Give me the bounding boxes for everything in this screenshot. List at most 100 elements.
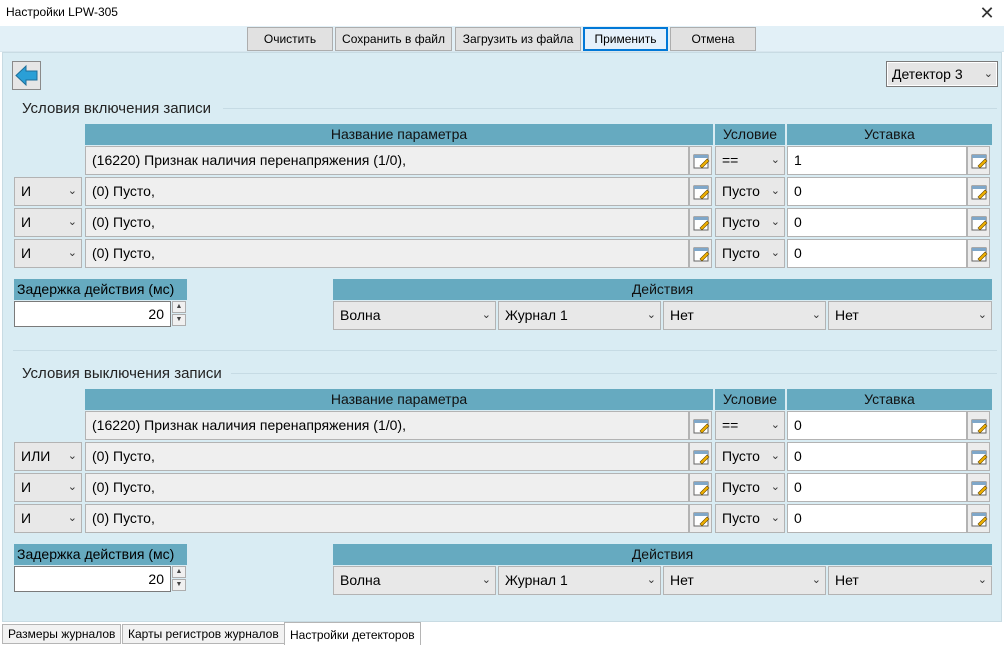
condition-select[interactable]: Пусто ⌄ bbox=[715, 239, 785, 268]
condition-select[interactable]: == ⌄ bbox=[715, 146, 785, 175]
logic-operator-value: И bbox=[21, 479, 32, 495]
action-select[interactable]: Журнал 1 ⌄ bbox=[498, 301, 661, 330]
action-value: Нет bbox=[835, 307, 859, 323]
condition-select[interactable]: Пусто ⌄ bbox=[715, 442, 785, 471]
edit-param-button[interactable] bbox=[689, 208, 712, 237]
param-field[interactable]: (0) Пусто, bbox=[85, 442, 689, 471]
edit-param-button[interactable] bbox=[689, 442, 712, 471]
param-field[interactable]: (16220) Признак наличия перенапряжения (… bbox=[85, 411, 689, 440]
logic-operator-select[interactable]: И ⌄ bbox=[14, 239, 82, 268]
action-select[interactable]: Волна ⌄ bbox=[333, 566, 496, 595]
load-from-file-button[interactable]: Загрузить из файла bbox=[455, 27, 581, 51]
setpoint-field[interactable]: 0 bbox=[787, 208, 967, 237]
chevron-down-icon: ⌄ bbox=[646, 309, 656, 321]
edit-setpoint-button[interactable] bbox=[967, 239, 990, 268]
edit-setpoint-button[interactable] bbox=[967, 473, 990, 502]
edit-setpoint-button[interactable] bbox=[967, 177, 990, 206]
delay-input[interactable]: 20 bbox=[14, 301, 171, 327]
tab-detector-settings[interactable]: Настройки детекторов bbox=[284, 622, 421, 645]
setpoint-field[interactable]: 0 bbox=[787, 504, 967, 533]
edit-icon bbox=[971, 216, 988, 231]
param-field[interactable]: (0) Пусто, bbox=[85, 504, 689, 533]
setpoint-header: Уставка bbox=[787, 389, 992, 410]
detector-select[interactable]: Детектор 3 ⌄ bbox=[886, 61, 998, 87]
logic-operator-value: И bbox=[21, 245, 32, 261]
spin-up-button[interactable]: ▲ bbox=[172, 301, 186, 313]
condition-header: Условие bbox=[715, 124, 785, 145]
edit-setpoint-button[interactable] bbox=[967, 208, 990, 237]
condition-select[interactable]: Пусто ⌄ bbox=[715, 208, 785, 237]
enable-conditions-title: Условия включения записи bbox=[22, 100, 212, 117]
delay-input[interactable]: 20 bbox=[14, 566, 171, 592]
action-select[interactable]: Нет ⌄ bbox=[663, 301, 826, 330]
edit-param-button[interactable] bbox=[689, 504, 712, 533]
chevron-down-icon: ⌄ bbox=[481, 574, 491, 586]
action-value: Журнал 1 bbox=[505, 572, 568, 588]
actions-header: Действия bbox=[333, 279, 992, 300]
edit-setpoint-button[interactable] bbox=[967, 504, 990, 533]
logic-operator-select[interactable]: И ⌄ bbox=[14, 504, 82, 533]
logic-operator-value: И bbox=[21, 183, 32, 199]
logic-operator-select[interactable]: ИЛИ ⌄ bbox=[14, 442, 82, 471]
condition-value: Пусто bbox=[722, 479, 760, 495]
param-field[interactable]: (0) Пусто, bbox=[85, 239, 689, 268]
spin-down-button[interactable]: ▼ bbox=[172, 314, 186, 326]
action-select[interactable]: Нет ⌄ bbox=[828, 566, 992, 595]
edit-param-button[interactable] bbox=[689, 411, 712, 440]
edit-param-button[interactable] bbox=[689, 146, 712, 175]
delay-label: Задержка действия (мс) bbox=[14, 279, 187, 300]
setpoint-field[interactable]: 0 bbox=[787, 442, 967, 471]
condition-select[interactable]: Пусто ⌄ bbox=[715, 177, 785, 206]
condition-select[interactable]: == ⌄ bbox=[715, 411, 785, 440]
tab-journal-sizes[interactable]: Размеры журналов bbox=[2, 624, 122, 644]
actions-header: Действия bbox=[333, 544, 992, 565]
setpoint-field[interactable]: 1 bbox=[787, 146, 967, 175]
edit-icon bbox=[693, 154, 710, 169]
toolbar: Очистить Сохранить в файл Загрузить из ф… bbox=[0, 26, 1004, 52]
action-select[interactable]: Нет ⌄ bbox=[828, 301, 992, 330]
spin-up-button[interactable]: ▲ bbox=[172, 566, 186, 578]
condition-value: Пусто bbox=[722, 214, 760, 230]
arrow-left-icon bbox=[15, 64, 38, 87]
edit-icon bbox=[693, 185, 710, 200]
chevron-down-icon: ⌄ bbox=[770, 247, 780, 259]
action-select[interactable]: Нет ⌄ bbox=[663, 566, 826, 595]
logic-operator-select[interactable]: И ⌄ bbox=[14, 208, 82, 237]
chevron-down-icon: ⌄ bbox=[67, 512, 77, 524]
spin-down-button[interactable]: ▼ bbox=[172, 579, 186, 591]
setpoint-field[interactable]: 0 bbox=[787, 239, 967, 268]
logic-operator-select[interactable]: И ⌄ bbox=[14, 473, 82, 502]
section-divider bbox=[13, 350, 997, 351]
edit-setpoint-button[interactable] bbox=[967, 146, 990, 175]
edit-setpoint-button[interactable] bbox=[967, 411, 990, 440]
condition-select[interactable]: Пусто ⌄ bbox=[715, 504, 785, 533]
back-button[interactable] bbox=[12, 61, 41, 90]
param-field[interactable]: (0) Пусто, bbox=[85, 177, 689, 206]
condition-select[interactable]: Пусто ⌄ bbox=[715, 473, 785, 502]
setpoint-field[interactable]: 0 bbox=[787, 177, 967, 206]
tab-journal-register-maps[interactable]: Карты регистров журналов bbox=[122, 624, 285, 644]
cancel-button[interactable]: Отмена bbox=[670, 27, 756, 51]
edit-setpoint-button[interactable] bbox=[967, 442, 990, 471]
condition-value: Пусто bbox=[722, 510, 760, 526]
chevron-down-icon: ⌄ bbox=[770, 185, 780, 197]
disable-conditions-title: Условия выключения записи bbox=[22, 365, 222, 382]
param-field[interactable]: (16220) Признак наличия перенапряжения (… bbox=[85, 146, 689, 175]
logic-operator-select[interactable]: И ⌄ bbox=[14, 177, 82, 206]
edit-param-button[interactable] bbox=[689, 473, 712, 502]
action-select[interactable]: Волна ⌄ bbox=[333, 301, 496, 330]
chevron-down-icon: ⌄ bbox=[67, 185, 77, 197]
setpoint-field[interactable]: 0 bbox=[787, 411, 967, 440]
apply-button[interactable]: Применить bbox=[583, 27, 668, 51]
setpoint-field[interactable]: 0 bbox=[787, 473, 967, 502]
edit-param-button[interactable] bbox=[689, 177, 712, 206]
edit-icon bbox=[971, 450, 988, 465]
param-field[interactable]: (0) Пусто, bbox=[85, 208, 689, 237]
save-to-file-button[interactable]: Сохранить в файл bbox=[335, 27, 452, 51]
close-icon[interactable]: ✕ bbox=[970, 0, 1004, 26]
action-select[interactable]: Журнал 1 ⌄ bbox=[498, 566, 661, 595]
edit-param-button[interactable] bbox=[689, 239, 712, 268]
param-field[interactable]: (0) Пусто, bbox=[85, 473, 689, 502]
detector-select-value: Детектор 3 bbox=[892, 66, 963, 82]
clear-button[interactable]: Очистить bbox=[247, 27, 333, 51]
